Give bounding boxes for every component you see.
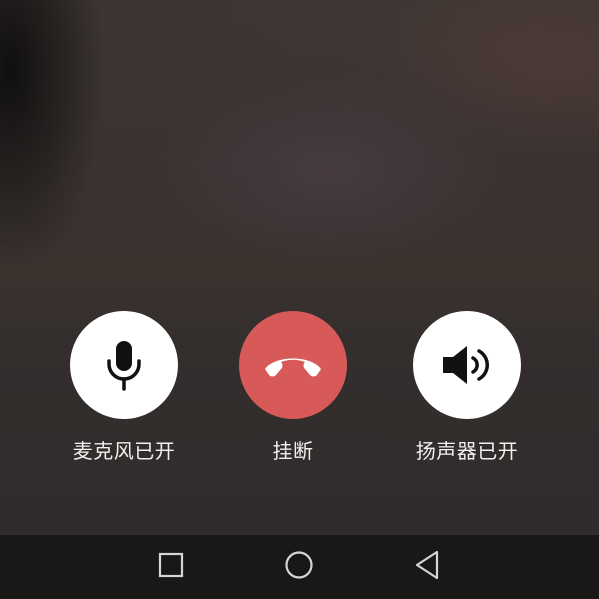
triangle-back-icon [413, 550, 441, 584]
microphone-label: 麦克风已开 [72, 439, 176, 463]
back-button[interactable] [409, 549, 445, 585]
call-screen: 麦克风已开 挂断 扬声器已开 [0, 0, 599, 599]
hangup-button[interactable] [239, 311, 347, 419]
circle-icon [284, 550, 314, 584]
microphone-toggle-button[interactable] [70, 311, 178, 419]
hangup-label: 挂断 [272, 439, 314, 463]
microphone-icon [104, 339, 144, 391]
speaker-icon [441, 343, 493, 387]
recents-button[interactable] [153, 549, 189, 585]
square-icon [158, 552, 184, 582]
speaker-toggle-button[interactable] [413, 311, 521, 419]
background-band [0, 230, 599, 320]
phone-hangup-icon [261, 349, 325, 381]
speaker-label: 扬声器已开 [415, 439, 519, 463]
system-navigation-bar [0, 535, 599, 599]
home-button[interactable] [281, 549, 317, 585]
